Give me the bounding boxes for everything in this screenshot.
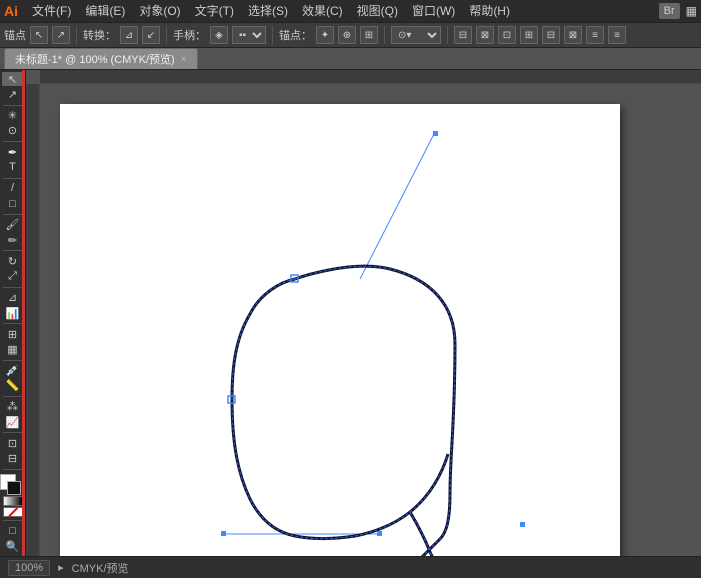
tool-zoom[interactable]: 🔍	[2, 540, 24, 554]
tool-graph[interactable]: 📊	[2, 306, 24, 320]
tool-warp[interactable]: ⊿	[2, 290, 24, 304]
document-tab[interactable]: 未标题-1* @ 100% (CMYK/预览) ×	[4, 48, 198, 69]
tool-lasso[interactable]: ⊙	[2, 124, 24, 138]
tab-bar: 未标题-1* @ 100% (CMYK/预览) ×	[0, 48, 701, 70]
tool-gradient[interactable]: ▦	[2, 342, 24, 356]
transform-label: 转换：	[83, 27, 116, 43]
tool-symbol[interactable]: ⁂	[2, 400, 24, 414]
tool-select-arrow[interactable]: ↖	[2, 72, 24, 86]
status-bar: 100% ▸ CMYK/预览	[0, 556, 701, 578]
menu-edit[interactable]: 编辑(E)	[79, 0, 131, 22]
tool-screen-mode[interactable]: □	[2, 524, 24, 538]
gradient-button[interactable]	[3, 496, 23, 506]
tool-column-graph[interactable]: 📈	[2, 415, 24, 429]
tool-text[interactable]: T	[2, 160, 24, 174]
ruler-left	[26, 84, 40, 556]
tool-direct-select[interactable]: ↗	[2, 87, 24, 101]
handle-select[interactable]: ▪▪	[232, 26, 266, 44]
color-mode-buttons	[3, 496, 23, 517]
anchor-point-tool-1[interactable]: ✦	[316, 26, 334, 44]
menu-text[interactable]: 文字(T)	[189, 0, 240, 22]
canvas-wrapper[interactable]	[40, 84, 701, 556]
transform-tool-1[interactable]: ⊿	[120, 26, 138, 44]
view-select[interactable]: ⊙▾	[391, 26, 441, 44]
tool-line[interactable]: /	[2, 181, 24, 195]
handle-label: 手柄：	[173, 27, 206, 43]
ruler-top: // Tick marks via JS after render	[40, 70, 701, 84]
tool-eyedropper[interactable]: 💉	[2, 363, 24, 377]
tool-pen[interactable]: ✒	[2, 145, 24, 159]
bridge-button[interactable]: Br	[659, 3, 680, 19]
tool-pencil[interactable]: ✏	[2, 233, 24, 247]
menu-bar: Ai 文件(F) 编辑(E) 对象(O) 文字(T) 选择(S) 效果(C) 视…	[0, 0, 701, 22]
align-tool-4[interactable]: ⊞	[520, 26, 538, 44]
stroke-color[interactable]	[7, 481, 21, 495]
menu-select[interactable]: 选择(S)	[242, 0, 294, 22]
artboard[interactable]	[60, 104, 620, 556]
align-tool-1[interactable]: ⊟	[454, 26, 472, 44]
tool-scale[interactable]: ⤢	[2, 269, 24, 283]
anchor-tool-1[interactable]: ↖	[30, 26, 48, 44]
tool-artboard[interactable]: ⊡	[2, 436, 24, 450]
menu-effect[interactable]: 效果(C)	[296, 0, 349, 22]
status-info: CMYK/预览	[72, 560, 129, 576]
menu-view[interactable]: 视图(Q)	[351, 0, 404, 22]
anchor-point-tool-2[interactable]: ⊕	[338, 26, 356, 44]
red-sidebar-bar	[22, 70, 25, 556]
canvas-area[interactable]: // Tick marks via JS after render	[26, 70, 701, 556]
tool-magic-wand[interactable]: ✳	[2, 108, 24, 122]
menu-object[interactable]: 对象(O)	[133, 0, 186, 22]
anchor-point-label: 锚点：	[279, 27, 312, 43]
tool-rect[interactable]: □	[2, 197, 24, 211]
tab-close-button[interactable]: ×	[181, 54, 187, 65]
left-toolbar: ↖ ↗ ✳ ⊙ ✒ T / □ 🖌 ✏ ↻ ⤢ ⊿ 📊 ⊞ ▦ 💉 📏 ⁂ 📈 …	[0, 70, 26, 556]
align-tool-7[interactable]: ≡	[586, 26, 604, 44]
menu-help[interactable]: 帮助(H)	[463, 0, 516, 22]
status-separator: ▸	[58, 561, 64, 574]
artwork-svg	[60, 104, 620, 556]
tab-title: 未标题-1* @ 100% (CMYK/预览)	[15, 51, 175, 67]
align-tool-3[interactable]: ⊡	[498, 26, 516, 44]
transform-tool-2[interactable]: ↙	[142, 26, 160, 44]
tool-rotate[interactable]: ↻	[2, 254, 24, 268]
anchor-point-tool-3[interactable]: ⊞	[360, 26, 378, 44]
options-toolbar: 锚点 ↖ ↗ 转换： ⊿ ↙ 手柄： ◈ ▪▪ 锚点： ✦ ⊕ ⊞ ⊙▾ ⊟ ⊠…	[0, 22, 701, 48]
menu-window[interactable]: 窗口(W)	[406, 0, 461, 22]
app-logo: Ai	[4, 3, 18, 19]
tool-measure[interactable]: 📏	[2, 379, 24, 393]
tool-slice[interactable]: ⊟	[2, 451, 24, 465]
tool-paintbrush[interactable]: 🖌	[2, 218, 24, 232]
anchor-label: 锚点	[4, 27, 26, 43]
align-tool-5[interactable]: ⊟	[542, 26, 560, 44]
menu-file[interactable]: 文件(F)	[26, 0, 77, 22]
main-area: ↖ ↗ ✳ ⊙ ✒ T / □ 🖌 ✏ ↻ ⤢ ⊿ 📊 ⊞ ▦ 💉 📏 ⁂ 📈 …	[0, 70, 701, 556]
zoom-level[interactable]: 100%	[8, 560, 50, 576]
handle-tool-1[interactable]: ◈	[210, 26, 228, 44]
none-button[interactable]	[3, 507, 23, 517]
align-tool-8[interactable]: ≡	[608, 26, 626, 44]
align-tool-2[interactable]: ⊠	[476, 26, 494, 44]
align-tool-6[interactable]: ⊠	[564, 26, 582, 44]
tool-mesh[interactable]: ⊞	[2, 327, 24, 341]
anchor-tool-2[interactable]: ↗	[52, 26, 70, 44]
